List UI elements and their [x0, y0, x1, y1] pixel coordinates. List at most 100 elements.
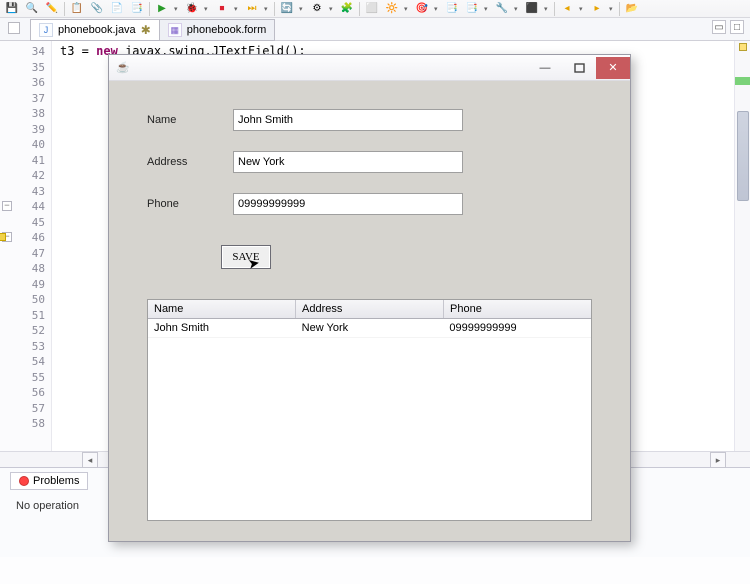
- phone-field[interactable]: [233, 193, 463, 215]
- gutter-line-number: 37: [0, 91, 45, 107]
- gutter-line-number: 46−: [0, 230, 45, 246]
- gutter-line-number: 51: [0, 308, 45, 324]
- toolbar-refresh-icon[interactable]: 🔄: [279, 1, 295, 17]
- gutter-line-number: 48: [0, 261, 45, 277]
- window-restore-button[interactable]: [562, 57, 596, 79]
- toolbar-dark-icon[interactable]: ⬛: [524, 1, 540, 17]
- name-field[interactable]: [233, 109, 463, 131]
- toolbar-edit-icon[interactable]: ✏️: [44, 1, 60, 17]
- toolbar-separator: [274, 2, 275, 16]
- toolbar-dropdown-icon[interactable]: ▾: [299, 5, 305, 13]
- restore-icon: [574, 63, 585, 73]
- toolbar-run-dropdown-icon[interactable]: ▾: [174, 5, 180, 13]
- gutter-line-number: 47: [0, 246, 45, 262]
- gutter-line-number: 40: [0, 137, 45, 153]
- tab-label: phonebook.form: [187, 24, 267, 36]
- toolbar-fwd-icon[interactable]: ▸: [589, 1, 605, 17]
- swing-content-pane: Name Address Phone SAVE ➤ Name Address P…: [109, 81, 630, 541]
- ruler-change-marker: [735, 77, 750, 85]
- gutter-line-number: 56: [0, 385, 45, 401]
- editor-minimize-icon[interactable]: ▭: [712, 20, 726, 34]
- toolbar-misc-icon[interactable]: 📑: [444, 1, 460, 17]
- phone-label: Phone: [147, 198, 233, 210]
- gutter-line-number: 36: [0, 75, 45, 91]
- toolbar-dropdown-icon[interactable]: ▾: [514, 5, 520, 13]
- toolbar-dropdown-icon[interactable]: ▾: [484, 5, 490, 13]
- toolbar-run-icon[interactable]: ▶: [154, 1, 170, 17]
- gutter-line-number: 52: [0, 323, 45, 339]
- fold-toggle-icon[interactable]: −: [2, 201, 12, 211]
- table-row[interactable]: John Smith New York 09999999999: [148, 319, 591, 338]
- toolbar-highlight-icon[interactable]: 🔆: [384, 1, 400, 17]
- toolbar-open-icon[interactable]: 📂: [624, 1, 640, 17]
- gutter-line-number: 50: [0, 292, 45, 308]
- address-field[interactable]: [233, 151, 463, 173]
- toolbar-dropdown-icon[interactable]: ▾: [404, 5, 410, 13]
- name-label: Name: [147, 114, 233, 126]
- gutter-line-number: 35: [0, 60, 45, 76]
- toolbar-dropdown-icon[interactable]: ▾: [544, 5, 550, 13]
- gutter-warning-icon[interactable]: [0, 233, 6, 241]
- editor-overview-ruler[interactable]: [734, 41, 750, 451]
- editor-doc-icon[interactable]: [8, 22, 20, 34]
- gutter-line-number: 34: [0, 44, 45, 60]
- swing-app-window: ☕ — ✕ Name Address Phone SAVE ➤: [108, 54, 631, 542]
- contacts-table[interactable]: Name Address Phone John Smith New York 0…: [147, 299, 592, 521]
- toolbar-search-icon[interactable]: 🔍: [24, 1, 40, 17]
- toolbar-dropdown-icon[interactable]: ▾: [434, 5, 440, 13]
- tab-dirty-icon[interactable]: ✱: [141, 23, 151, 37]
- form-file-icon: ▦: [168, 23, 182, 37]
- editor-maximize-icon[interactable]: □: [730, 20, 744, 34]
- gutter-line-number: 42: [0, 168, 45, 184]
- toolbar-back-icon[interactable]: ◂: [559, 1, 575, 17]
- hscroll-left-arrow-icon[interactable]: ◂: [82, 452, 98, 468]
- gutter-line-number: 41: [0, 153, 45, 169]
- toolbar-step-icon[interactable]: ⏭: [244, 1, 260, 17]
- toolbar-debug-dropdown-icon[interactable]: ▾: [204, 5, 210, 13]
- gutter-line-number: 58: [0, 416, 45, 432]
- vertical-scrollbar-thumb[interactable]: [737, 111, 749, 201]
- toolbar-attach-icon[interactable]: 📎: [89, 1, 105, 17]
- table-header-address[interactable]: Address: [296, 300, 444, 318]
- editor-gutter: 3435363738394041424344−4546−474849505152…: [0, 41, 52, 451]
- save-button-label: SAVE: [232, 251, 259, 263]
- table-cell-address: New York: [296, 319, 444, 337]
- save-button[interactable]: SAVE ➤: [221, 245, 271, 269]
- toolbar-box-icon[interactable]: ⬜: [364, 1, 380, 17]
- tab-phonebook-form[interactable]: ▦ phonebook.form: [159, 19, 276, 41]
- toolbar-dropdown-icon[interactable]: ▾: [579, 5, 585, 13]
- toolbar-misc-icon[interactable]: 📑: [464, 1, 480, 17]
- gutter-line-number: 55: [0, 370, 45, 386]
- toolbar-dropdown-icon[interactable]: ▾: [234, 5, 240, 13]
- toolbar-debug-icon[interactable]: 🐞: [184, 1, 200, 17]
- problems-tab-label: Problems: [33, 475, 79, 487]
- toolbar-save-icon[interactable]: 💾: [4, 1, 20, 17]
- toolbar-module-icon[interactable]: 🧩: [339, 1, 355, 17]
- gutter-line-number: 49: [0, 277, 45, 293]
- toolbar-newfile-icon[interactable]: 📄: [109, 1, 125, 17]
- toolbar-separator: [64, 2, 65, 16]
- toolbar-dropdown-icon[interactable]: ▾: [329, 5, 335, 13]
- toolbar-separator: [619, 2, 620, 16]
- toolbar-paste-icon[interactable]: 📋: [69, 1, 85, 17]
- gutter-line-number: 39: [0, 122, 45, 138]
- table-header-phone[interactable]: Phone: [444, 300, 591, 318]
- tab-phonebook-java[interactable]: J phonebook.java ✱: [30, 19, 160, 41]
- window-close-button[interactable]: ✕: [596, 57, 630, 79]
- hscroll-right-arrow-icon[interactable]: ▸: [710, 452, 726, 468]
- swing-titlebar[interactable]: ☕ — ✕: [109, 55, 630, 81]
- table-cell-name: John Smith: [148, 319, 296, 337]
- gutter-line-number: 45: [0, 215, 45, 231]
- toolbar-stop-icon[interactable]: ⏹: [214, 1, 230, 17]
- toolbar-target-icon[interactable]: 🎯: [414, 1, 430, 17]
- toolbar-dropdown-icon[interactable]: ▾: [609, 5, 615, 13]
- table-header-name[interactable]: Name: [148, 300, 296, 318]
- problems-tab[interactable]: Problems: [10, 472, 88, 490]
- error-icon: [19, 476, 29, 486]
- toolbar-docs-icon[interactable]: 📑: [129, 1, 145, 17]
- toolbar-wrench-icon[interactable]: 🔧: [494, 1, 510, 17]
- toolbar-dropdown-icon[interactable]: ▾: [264, 5, 270, 13]
- ruler-warning-marker[interactable]: [739, 43, 747, 51]
- window-minimize-button[interactable]: —: [528, 57, 562, 79]
- toolbar-build-icon[interactable]: ⚙: [309, 1, 325, 17]
